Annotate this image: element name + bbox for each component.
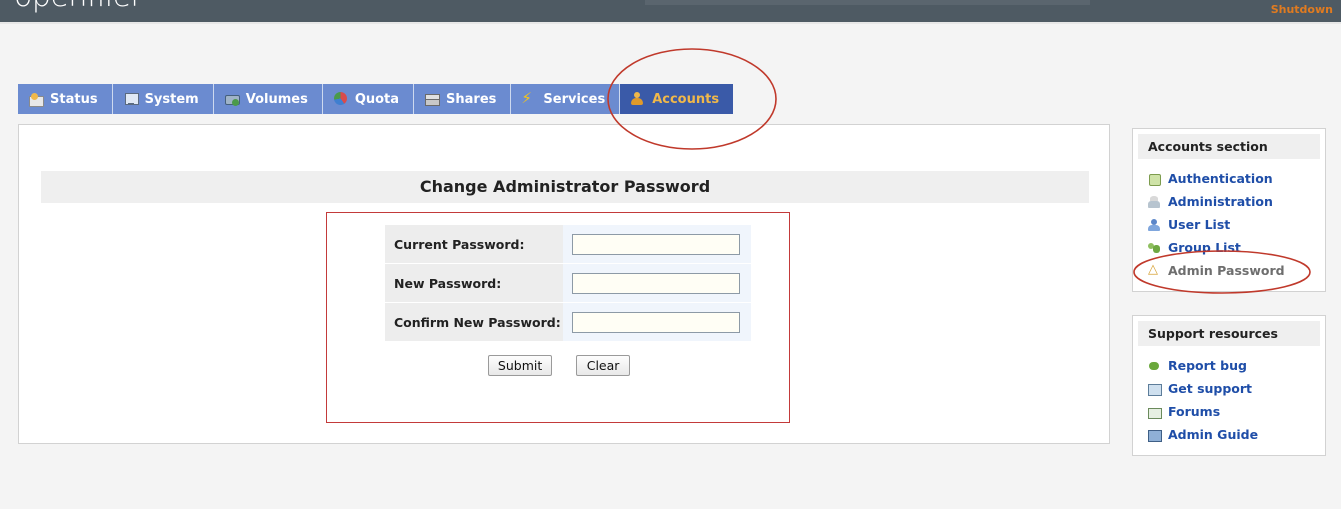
- sidebar-item-label: Admin Password: [1168, 263, 1285, 278]
- status-icon: [28, 91, 44, 107]
- table-row: Confirm New Password:: [385, 303, 751, 341]
- admin-password-icon: [1147, 262, 1161, 278]
- right-sidebar: Accounts section Authentication Administ…: [1132, 128, 1326, 479]
- shares-icon: [424, 91, 441, 107]
- new-password-cell: [563, 264, 751, 302]
- quota-icon: [333, 91, 349, 107]
- tab-status[interactable]: Status: [18, 84, 113, 114]
- current-password-cell: [563, 225, 751, 263]
- tab-status-label: Status: [50, 91, 98, 107]
- services-icon: [521, 89, 537, 107]
- current-password-label: Current Password:: [385, 225, 563, 263]
- brand-logo: openfiler: [14, 0, 143, 14]
- change-password-form: Current Password: New Password: Confirm …: [326, 212, 790, 423]
- tab-accounts[interactable]: Accounts: [620, 84, 734, 114]
- main-navigation-bar: Status System Volumes Quota Shares Servi…: [0, 84, 1341, 114]
- current-password-input[interactable]: [572, 233, 740, 255]
- clear-button[interactable]: Clear: [576, 355, 631, 376]
- password-fields-table: Current Password: New Password: Confirm …: [385, 224, 751, 342]
- support-resources-box: Support resources Report bug Get support…: [1132, 315, 1326, 456]
- group-list-icon: [1147, 241, 1161, 255]
- shutdown-link[interactable]: Shutdown: [1271, 3, 1333, 16]
- tab-system[interactable]: System: [112, 84, 214, 114]
- tab-quota[interactable]: Quota: [322, 84, 415, 114]
- accounts-section-box: Accounts section Authentication Administ…: [1132, 128, 1326, 292]
- system-icon: [123, 91, 139, 107]
- sidebar-item-label: Admin Guide: [1168, 427, 1259, 442]
- main-content-panel: Change Administrator Password Current Pa…: [18, 124, 1110, 444]
- accounts-section-title: Accounts section: [1138, 134, 1320, 159]
- sidebar-item-report-bug[interactable]: Report bug: [1133, 354, 1325, 377]
- table-row: New Password:: [385, 264, 751, 302]
- form-button-row: Submit Clear: [327, 355, 791, 376]
- sidebar-item-label: Get support: [1168, 381, 1253, 396]
- tab-system-label: System: [144, 91, 199, 107]
- authentication-icon: [1147, 172, 1161, 186]
- tab-services-label: Services: [543, 91, 606, 107]
- forums-icon: [1147, 405, 1162, 419]
- sidebar-item-label: Report bug: [1168, 358, 1247, 373]
- sidebar-item-user-list[interactable]: User List: [1133, 213, 1325, 236]
- administration-icon: [1147, 195, 1161, 209]
- tab-accounts-label: Accounts: [652, 91, 720, 107]
- nav-tab-list: Status System Volumes Quota Shares Servi…: [18, 84, 734, 114]
- support-icon: [1147, 382, 1162, 396]
- tab-volumes[interactable]: Volumes: [213, 84, 323, 114]
- table-row: Current Password:: [385, 225, 751, 263]
- sidebar-item-group-list[interactable]: Group List: [1133, 236, 1325, 259]
- sidebar-item-admin-guide[interactable]: Admin Guide: [1133, 423, 1325, 446]
- header-divider: [0, 22, 1341, 24]
- confirm-password-input[interactable]: [572, 311, 740, 333]
- sidebar-item-label: Group List: [1168, 240, 1241, 255]
- user-list-icon: [1147, 218, 1161, 232]
- tab-services[interactable]: Services: [511, 84, 621, 114]
- sidebar-item-label: Authentication: [1168, 171, 1273, 186]
- sidebar-item-forums[interactable]: Forums: [1133, 400, 1325, 423]
- sidebar-item-authentication[interactable]: Authentication: [1133, 167, 1325, 190]
- sidebar-item-label: Forums: [1168, 404, 1221, 419]
- top-header-bar: openfiler 13:55:25 up 1:46, 1 user, load…: [0, 0, 1341, 22]
- bug-icon: [1147, 359, 1161, 373]
- sidebar-item-label: User List: [1168, 217, 1231, 232]
- sidebar-item-get-support[interactable]: Get support: [1133, 377, 1325, 400]
- sidebar-item-admin-password[interactable]: Admin Password: [1133, 259, 1325, 282]
- system-uptime-info: 13:55:25 up 1:46, 1 user, load average: …: [645, 0, 1090, 5]
- sidebar-item-label: Administration: [1168, 194, 1273, 209]
- page-title: Change Administrator Password: [41, 171, 1089, 203]
- guide-icon: [1147, 428, 1162, 442]
- accounts-icon: [630, 91, 646, 107]
- new-password-label: New Password:: [385, 264, 563, 302]
- volumes-icon: [224, 91, 240, 107]
- confirm-password-label: Confirm New Password:: [385, 303, 563, 341]
- support-resources-title: Support resources: [1138, 321, 1320, 346]
- tab-shares-label: Shares: [446, 91, 497, 107]
- top-user-links: Log Out | Status | Update Shutdown: [1083, 0, 1333, 18]
- sidebar-item-administration[interactable]: Administration: [1133, 190, 1325, 213]
- new-password-input[interactable]: [572, 272, 740, 294]
- tab-shares[interactable]: Shares: [414, 84, 512, 114]
- tab-volumes-label: Volumes: [245, 91, 308, 107]
- submit-button[interactable]: Submit: [487, 355, 553, 376]
- confirm-password-cell: [563, 303, 751, 341]
- tab-quota-label: Quota: [354, 91, 400, 107]
